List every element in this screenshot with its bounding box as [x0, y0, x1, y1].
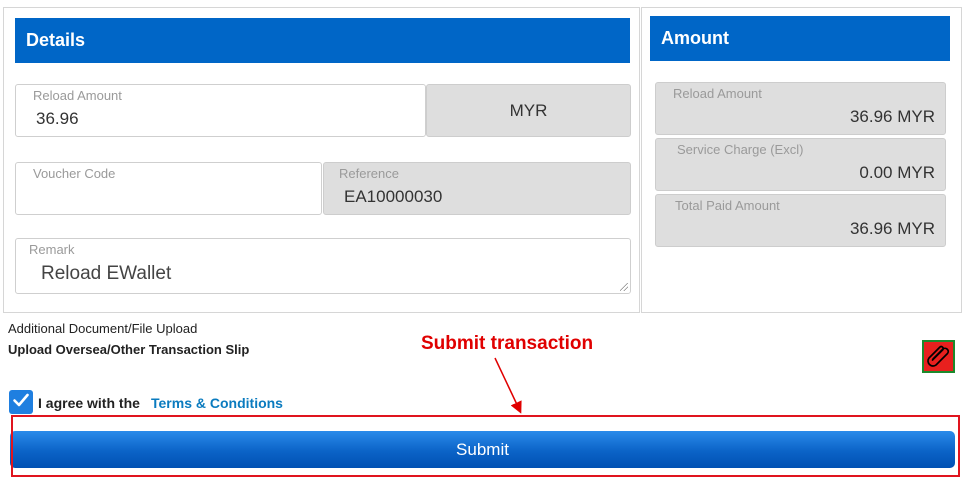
summary-service-charge-label: Service Charge (Excl) — [677, 142, 804, 157]
upload-title: Upload Oversea/Other Transaction Slip — [8, 342, 250, 357]
voucher-code-field[interactable]: Voucher Code — [15, 162, 322, 215]
summary-service-charge: Service Charge (Excl) 0.00 MYR — [655, 138, 946, 191]
details-panel: Details Reload Amount 36.96 MYR Voucher … — [3, 7, 640, 313]
summary-total-paid-label: Total Paid Amount — [675, 198, 780, 213]
checkmark-icon — [12, 391, 30, 414]
resize-grip-icon[interactable] — [620, 283, 628, 291]
currency-display: MYR — [426, 84, 631, 137]
summary-reload-amount-label: Reload Amount — [673, 86, 762, 101]
agree-checkbox[interactable] — [9, 390, 33, 414]
terms-link[interactable]: Terms & Conditions — [151, 395, 283, 411]
reference-label: Reference — [339, 166, 399, 181]
agree-text: I agree with the — [38, 395, 140, 411]
remark-label: Remark — [29, 242, 75, 257]
remark-value: Reload EWallet — [41, 263, 172, 284]
summary-reload-amount: Reload Amount 36.96 MYR — [655, 82, 946, 135]
summary-service-charge-value: 0.00 MYR — [859, 163, 935, 182]
attach-file-button[interactable] — [922, 340, 955, 373]
reload-amount-value: 36.96 — [36, 109, 79, 128]
submit-button[interactable]: Submit — [10, 431, 955, 468]
summary-reload-amount-value: 36.96 MYR — [849, 107, 935, 126]
reload-amount-label: Reload Amount — [33, 88, 122, 103]
summary-total-paid: Total Paid Amount 36.96 MYR — [655, 194, 946, 247]
summary-total-paid-value: 36.96 MYR — [849, 219, 935, 238]
reload-amount-field[interactable]: Reload Amount 36.96 — [15, 84, 426, 137]
remark-textarea[interactable]: Remark Reload EWallet — [15, 238, 631, 294]
details-header: Details — [15, 18, 630, 63]
paperclip-icon — [926, 341, 952, 372]
reference-field: Reference EA10000030 — [323, 162, 631, 215]
annotation-arrow-icon — [494, 357, 522, 414]
annotation-label: Submit transaction — [421, 333, 594, 354]
voucher-code-label: Voucher Code — [33, 166, 116, 181]
amount-panel: Amount Reload Amount 36.96 MYR Service C… — [641, 7, 962, 313]
amount-header: Amount — [650, 16, 950, 61]
currency-value: MYR — [509, 101, 548, 120]
reference-value: EA10000030 — [344, 187, 443, 206]
upload-caption: Additional Document/File Upload — [8, 321, 198, 336]
